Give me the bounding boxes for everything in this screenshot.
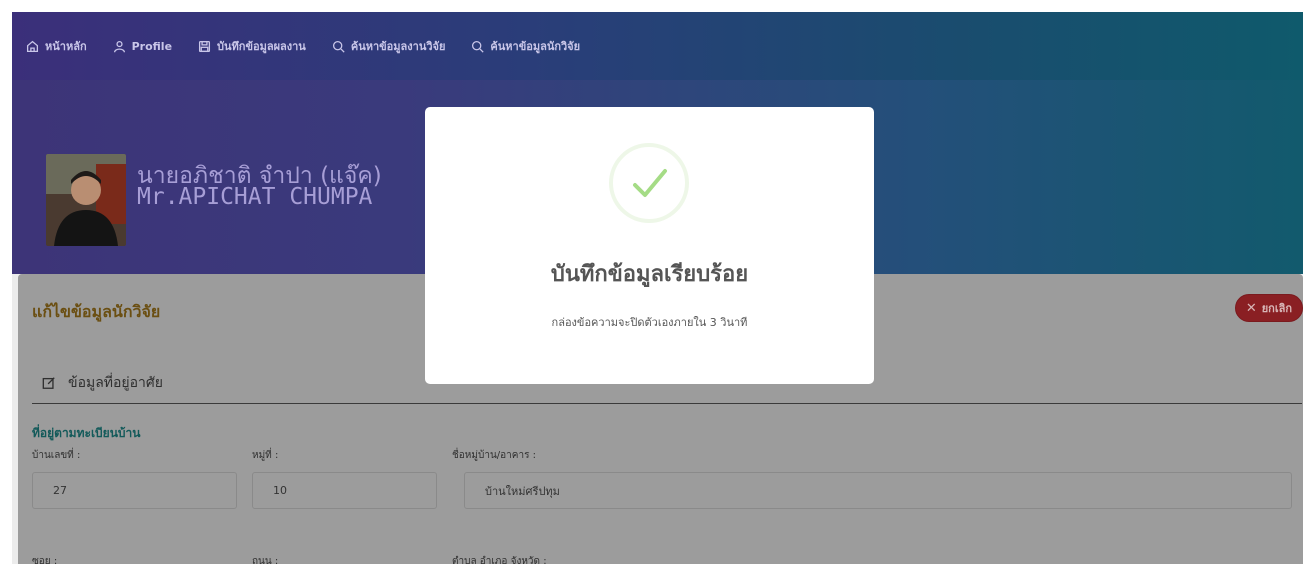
district-label: ตำบล อำเภอ จังหวัด : [452, 556, 547, 564]
modal-title: บันทึกข้อมูลเรียบร้อย [550, 262, 749, 287]
nav-search-research[interactable]: ค้นหาข้อมูลงานวิจัย [332, 37, 446, 55]
village-label: ชื่อหมู่บ้าน/อาคาร : [452, 450, 536, 461]
section-divider [32, 403, 1302, 404]
soi-label: ซอย : [32, 556, 58, 564]
avatar [46, 154, 126, 246]
nav-home[interactable]: หน้าหลัก [26, 37, 87, 55]
nav-search-researcher-label: ค้นหาข้อมูลนักวิจัย [490, 40, 581, 53]
moo-label: หมู่ที่ : [252, 450, 279, 461]
cancel-button-label: ยกเลิก [1261, 302, 1292, 315]
user-icon [113, 40, 125, 52]
modal-message: กล่องข้อความจะปิดตัวเองภายใน 3 วินาที [551, 316, 748, 329]
nav-search-research-label: ค้นหาข้อมูลงานวิจัย [350, 40, 446, 53]
success-modal: บันทึกข้อมูลเรียบร้อย กล่องข้อความจะปิดต… [425, 107, 874, 384]
road-label: ถนน : [252, 556, 279, 564]
top-nav: หน้าหลัก Profile บันทึกข้อมูลผลงาน ค้นหา… [12, 12, 1303, 80]
nav-profile[interactable]: Profile [113, 40, 172, 53]
check-icon [633, 169, 667, 197]
village-field[interactable]: บ้านใหม่ศรีปทุม [464, 472, 1292, 509]
close-icon: ✕ [1245, 300, 1257, 316]
house-no-label: บ้านเลขที่ : [32, 450, 81, 461]
nav-home-label: หน้าหลัก [45, 40, 87, 53]
moo-field[interactable]: 10 [252, 472, 437, 509]
search-icon [472, 40, 485, 53]
nav-search-researcher[interactable]: ค้นหาข้อมูลนักวิจัย [471, 37, 580, 55]
profile-name-english: Mr.APICHAT CHUMPA [137, 184, 373, 210]
success-circle [609, 143, 689, 223]
nav-save-work-label: บันทึกข้อมูลผลงาน [217, 40, 306, 53]
nav-save-work[interactable]: บันทึกข้อมูลผลงาน [198, 37, 306, 55]
save-icon [199, 40, 211, 52]
section-title: ข้อมูลที่อยู่อาศัย [68, 375, 163, 391]
subsection-title: ที่อยู่ตามทะเบียนบ้าน [32, 426, 141, 440]
nav-profile-label: Profile [131, 39, 173, 53]
cancel-button[interactable]: ✕ ยกเลิก [1234, 294, 1303, 322]
house-no-field[interactable]: 27 [32, 472, 237, 509]
edit-icon [42, 377, 55, 389]
search-icon [332, 40, 345, 53]
home-icon [26, 40, 39, 52]
section-header: ข้อมูลที่อยู่อาศัย [42, 372, 163, 394]
form-title: แก้ไขข้อมูลนักวิจัย [32, 302, 161, 321]
